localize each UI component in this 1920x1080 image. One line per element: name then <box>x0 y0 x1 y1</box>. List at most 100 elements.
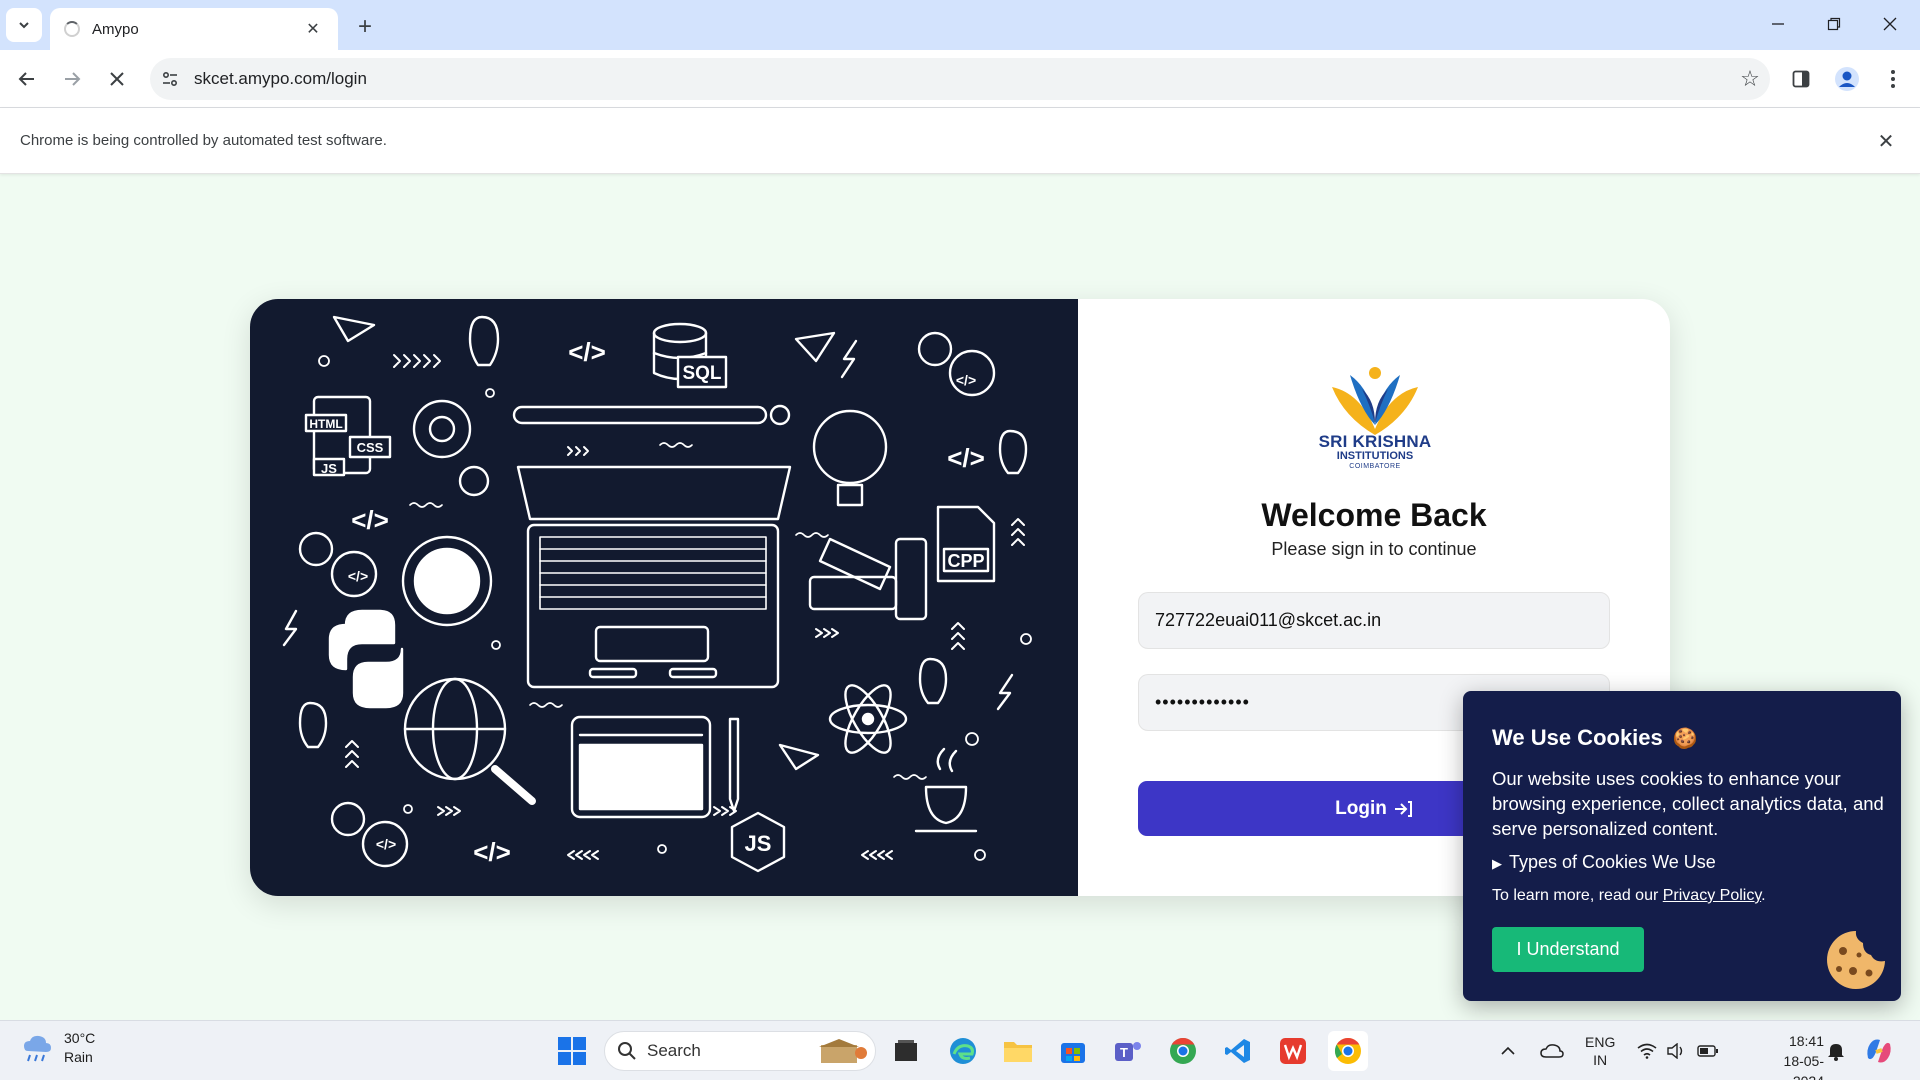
clock-date: 18-05-2024 <box>1783 1053 1824 1080</box>
folder-icon <box>1004 1042 1032 1062</box>
volume-tray[interactable] <box>1666 1021 1686 1080</box>
page-title: Welcome Back <box>1261 497 1487 533</box>
code-tag-1: </> <box>568 337 606 367</box>
teams-app[interactable]: T <box>1108 1031 1148 1071</box>
chrome-app-active[interactable] <box>1328 1031 1368 1071</box>
notifications-tray[interactable] <box>1826 1021 1846 1080</box>
browser-toolbar: skcet.amypo.com/login ☆ <box>0 50 1920 108</box>
chrome-icon <box>1334 1037 1361 1064</box>
cookie-icon <box>1827 931 1885 989</box>
taskbar-clock[interactable]: 18:41 18-05-2024 <box>1762 1031 1824 1080</box>
cookie-types-toggle[interactable]: ▶ Types of Cookies We Use <box>1492 852 1716 873</box>
wifi-tray[interactable] <box>1637 1021 1657 1080</box>
restore-icon <box>1827 17 1841 31</box>
html-label: HTML <box>309 417 342 431</box>
privacy-policy-link[interactable]: Privacy Policy <box>1663 887 1761 904</box>
page-subtitle: Please sign in to continue <box>1271 539 1477 559</box>
windows-logo-icon <box>558 1037 586 1065</box>
restore-button[interactable] <box>1806 0 1862 48</box>
login-arrow-icon <box>1394 800 1412 817</box>
close-window-button[interactable] <box>1862 0 1918 48</box>
cookie-learn-more: To learn more, read our Privacy Policy. <box>1492 887 1766 905</box>
tab-close-icon[interactable]: ✕ <box>302 18 324 40</box>
task-view-button[interactable] <box>886 1031 926 1071</box>
cookie-banner: We Use Cookies 🍪 Our website uses cookie… <box>1463 691 1901 1001</box>
profile-button[interactable] <box>1830 62 1864 96</box>
code-tag-5: </> <box>956 372 976 388</box>
search-bar-icon <box>512 405 768 425</box>
code-tag-6: </> <box>348 568 368 584</box>
gear-icon <box>412 399 490 497</box>
code-tag-7: </> <box>376 836 396 852</box>
code-tag-3: </> <box>351 505 389 535</box>
file-explorer-app[interactable] <box>998 1031 1038 1071</box>
wps-app[interactable] <box>1273 1031 1313 1071</box>
code-tag-2: </> <box>947 443 985 473</box>
lang-top: ENG <box>1585 1034 1616 1050</box>
infobar-close-icon[interactable]: ✕ <box>1874 129 1898 153</box>
show-hidden-icons[interactable] <box>1500 1021 1516 1080</box>
copilot-tray[interactable] <box>1864 1021 1894 1080</box>
automation-infobar: Chrome is being controlled by automated … <box>0 108 1920 174</box>
browser-tab[interactable]: Amypo ✕ <box>50 8 338 50</box>
js-label: JS <box>321 461 337 476</box>
back-button[interactable] <box>10 62 44 96</box>
globe-magnifier-icon <box>403 677 536 805</box>
site-info-icon[interactable] <box>150 58 190 100</box>
pen-icon <box>728 717 740 813</box>
login-card: SQL HTML CSS JS CPP JS </> </> </> </> <… <box>250 299 1670 896</box>
clock-time: 18:41 <box>1788 1033 1824 1049</box>
battery-tray[interactable] <box>1697 1021 1719 1080</box>
weather-widget[interactable]: 30°C Rain <box>20 1029 95 1067</box>
taskbar-search[interactable]: Search <box>604 1031 876 1071</box>
url-text[interactable]: skcet.amypo.com/login <box>194 69 1730 89</box>
color-swatch-icon <box>808 537 928 621</box>
svg-text:T: T <box>1120 1045 1128 1060</box>
chevron-down-icon <box>19 22 29 29</box>
store-app[interactable] <box>1053 1031 1093 1071</box>
new-tab-button[interactable]: + <box>350 12 380 42</box>
chevron-up-icon <box>1501 1046 1515 1055</box>
cookie-learn-suffix: . <box>1761 887 1766 904</box>
close-icon <box>110 72 124 86</box>
forward-button[interactable] <box>55 62 89 96</box>
sql-label: SQL <box>682 363 721 384</box>
taskbar-search-placeholder: Search <box>647 1041 701 1060</box>
vscode-app[interactable] <box>1218 1031 1258 1071</box>
weather-temp: 30°C <box>64 1030 96 1046</box>
edge-icon <box>950 1038 976 1064</box>
cookie-body-text: Our website uses cookies to enhance your… <box>1492 768 1884 839</box>
volume-icon <box>1667 1043 1683 1059</box>
language-indicator[interactable]: ENG IN <box>1585 1033 1615 1069</box>
logo-city: COIMBATORE <box>1349 463 1401 470</box>
search-highlight-icon <box>819 1039 867 1063</box>
rain-cloud-icon <box>24 1035 51 1062</box>
more-vert-icon <box>1891 70 1895 88</box>
wps-icon <box>1280 1038 1306 1064</box>
onedrive-tray[interactable] <box>1540 1021 1564 1080</box>
edge-app[interactable] <box>943 1031 983 1071</box>
email-field[interactable] <box>1138 592 1610 649</box>
code-tag-4: </> <box>473 837 511 867</box>
cookie-title: We Use Cookies 🍪 <box>1492 725 1698 751</box>
minimize-button[interactable] <box>1750 0 1806 48</box>
accept-cookies-button[interactable]: I Understand <box>1492 927 1644 972</box>
bookmark-star-icon[interactable]: ☆ <box>1730 58 1770 100</box>
stop-loading-button[interactable] <box>100 62 134 96</box>
start-button[interactable] <box>552 1031 592 1071</box>
magnifier-small-icon <box>769 404 791 426</box>
tab-title: Amypo <box>92 20 139 38</box>
side-panel-button[interactable] <box>1784 62 1818 96</box>
infobar-text: Chrome is being controlled by automated … <box>20 132 387 149</box>
task-view-icon <box>895 1040 917 1061</box>
html-css-js-icon <box>304 395 392 477</box>
address-bar[interactable]: skcet.amypo.com/login ☆ <box>150 58 1770 100</box>
loading-spinner-icon <box>64 21 80 37</box>
chrome-app-2[interactable] <box>1163 1031 1203 1071</box>
side-panel-icon <box>1792 70 1810 88</box>
avatar-icon <box>1835 67 1859 91</box>
menu-button[interactable] <box>1876 62 1910 96</box>
java-cup-icon <box>914 747 978 833</box>
tab-search-button[interactable] <box>6 8 42 42</box>
arrow-right-icon <box>65 72 81 86</box>
